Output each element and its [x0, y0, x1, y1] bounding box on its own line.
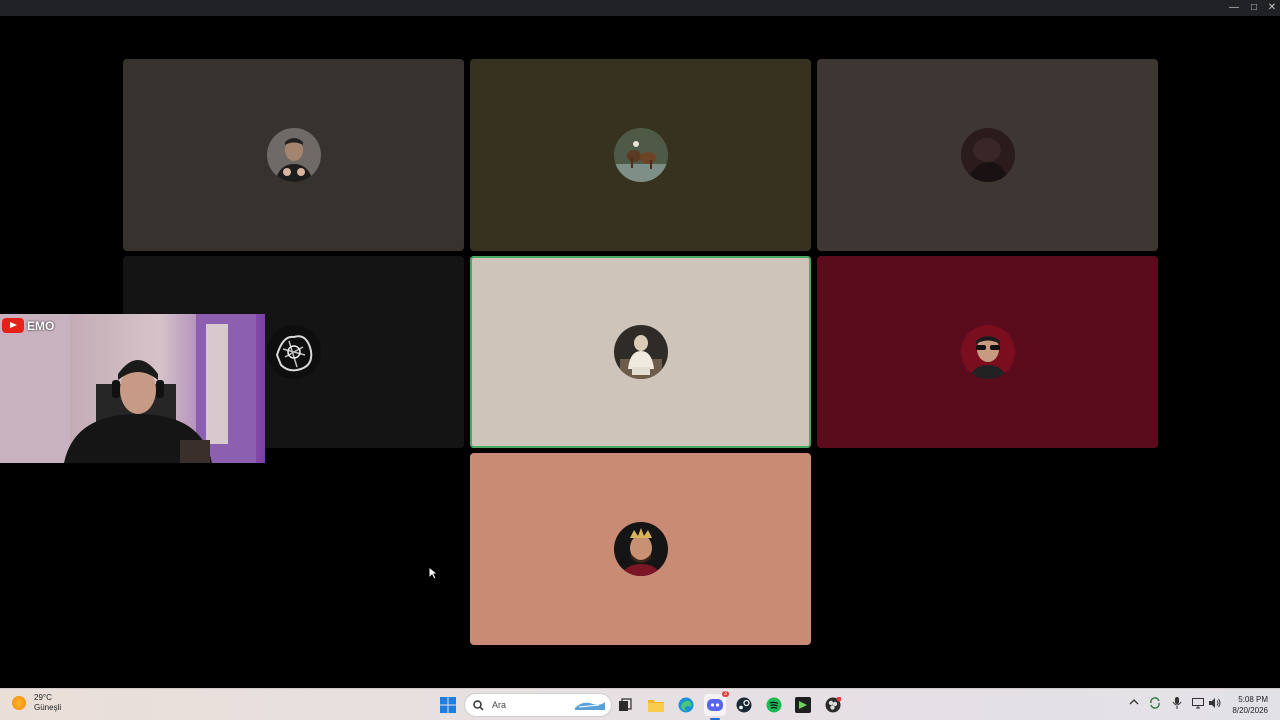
- participant-tile[interactable]: [817, 256, 1158, 448]
- close-button[interactable]: ✕: [1262, 0, 1280, 16]
- participant-avatar[interactable]: [613, 522, 668, 576]
- participant-avatar[interactable]: [613, 325, 668, 379]
- search-highlight-icon: [575, 702, 605, 710]
- participant-tile[interactable]: [470, 453, 811, 645]
- participant-tile-speaking[interactable]: [470, 256, 811, 448]
- participant-avatar[interactable]: [266, 128, 321, 182]
- terminal-icon[interactable]: [792, 694, 814, 716]
- minimize-button[interactable]: —: [1224, 0, 1244, 16]
- chevron-up-icon[interactable]: [1129, 697, 1139, 710]
- task-view-icon[interactable]: [614, 694, 636, 716]
- sync-icon[interactable]: [1149, 697, 1161, 712]
- participant-avatar[interactable]: [960, 128, 1015, 182]
- maximize-button[interactable]: □: [1244, 0, 1264, 16]
- participant-tile[interactable]: [123, 59, 464, 251]
- taskbar: 29°C Güneşli Ara 3 5:08 PM 8/20/2026: [0, 688, 1280, 720]
- channel-name: EMO: [27, 318, 55, 333]
- participant-avatar[interactable]: [960, 325, 1015, 379]
- volume-icon[interactable]: [1208, 697, 1221, 712]
- file-explorer-icon[interactable]: [645, 694, 667, 716]
- webcam-feed: [0, 314, 265, 463]
- stream-badge: EMO: [2, 318, 54, 333]
- title-bar: — □ ✕: [0, 0, 1280, 16]
- clock-time: 5:08 PM: [1238, 695, 1268, 704]
- youtube-icon: [2, 318, 24, 333]
- weather-temp: 29°C: [34, 693, 52, 702]
- clock[interactable]: 5:08 PM 8/20/2026: [1232, 694, 1268, 716]
- participant-avatar[interactable]: [613, 128, 668, 182]
- windows-start-icon[interactable]: [437, 694, 459, 716]
- webcam-overlay: EMO: [0, 314, 265, 463]
- obs-icon[interactable]: [822, 694, 844, 716]
- discord-notification-badge: 3: [721, 691, 729, 697]
- sun-icon: [12, 696, 26, 710]
- edge-icon[interactable]: [675, 694, 697, 716]
- participant-tile[interactable]: [470, 59, 811, 251]
- weather-widget[interactable]: 29°C Güneşli: [12, 693, 61, 713]
- participant-tile[interactable]: [817, 59, 1158, 251]
- search-icon: [473, 699, 484, 711]
- taskbar-search[interactable]: Ara: [464, 693, 612, 717]
- spotify-icon[interactable]: [763, 694, 785, 716]
- mouse-cursor-icon: [428, 566, 438, 580]
- discord-icon[interactable]: 3: [704, 691, 729, 720]
- clock-date: 8/20/2026: [1232, 706, 1268, 715]
- search-placeholder: Ara: [492, 700, 507, 710]
- steam-icon[interactable]: [733, 694, 755, 716]
- participant-avatar[interactable]: [266, 325, 321, 379]
- weather-condition: Güneşli: [34, 703, 62, 712]
- mic-icon[interactable]: [1172, 697, 1182, 712]
- display-icon[interactable]: [1192, 697, 1204, 712]
